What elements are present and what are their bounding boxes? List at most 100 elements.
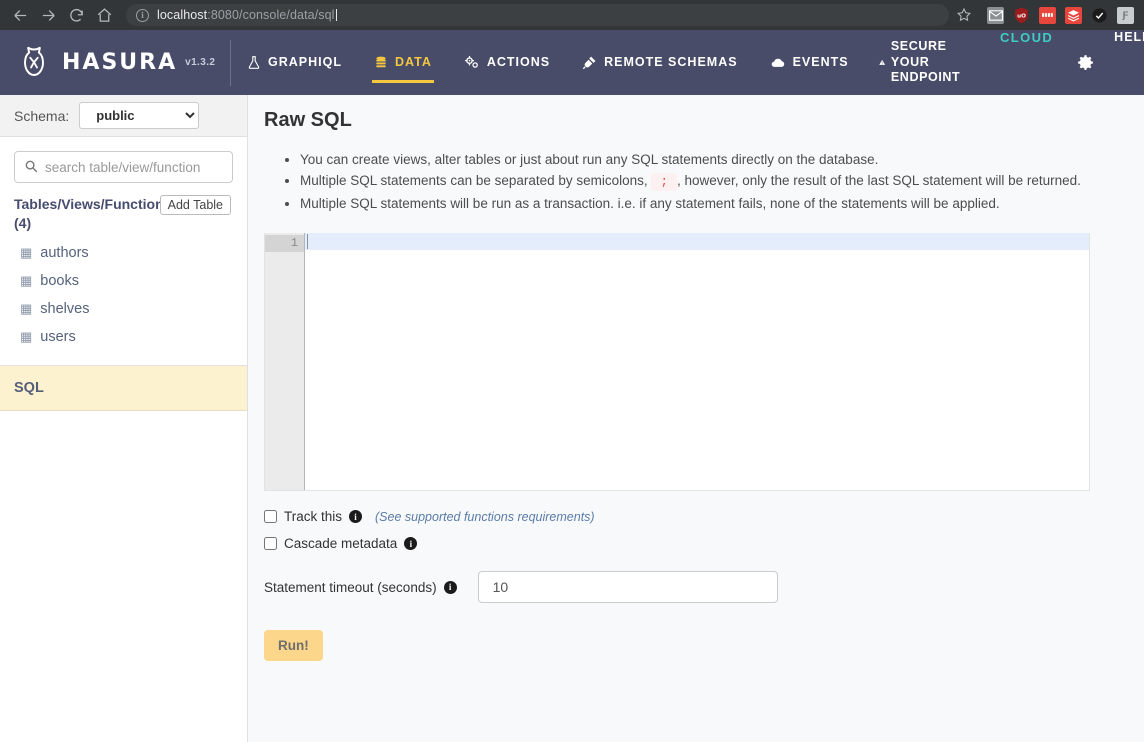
info-icon[interactable]: i: [404, 537, 418, 551]
arrow-right-icon: [42, 9, 55, 21]
nav-label-actions: ACTIONS: [486, 55, 551, 70]
ublock-origin-extension-icon[interactable]: uO: [1013, 7, 1030, 24]
url-host: localhost: [157, 8, 208, 22]
home-icon: [97, 7, 111, 22]
nav-label-graphiql: GRAPHIQL: [268, 55, 342, 70]
track-this-label: Track this: [284, 509, 343, 525]
version-label: v1.3.2: [185, 57, 216, 68]
table-label: users: [40, 328, 76, 345]
track-this-row: Track this i (See supported functions re…: [264, 509, 1114, 524]
nav-item-graphiql[interactable]: GRAPHIQL: [231, 30, 358, 95]
add-table-button[interactable]: Add Table: [159, 195, 231, 215]
table-icon: ▦: [20, 245, 33, 261]
nav-item-data[interactable]: DATA: [358, 30, 448, 95]
sql-editor[interactable]: 1: [264, 233, 1090, 492]
hasura-brand[interactable]: HASURA v1.3.2: [0, 45, 230, 81]
home-button[interactable]: [90, 1, 118, 29]
tables-heading-row: Tables/Views/Functions (4) Add Table: [0, 183, 247, 233]
editor-code-area[interactable]: [305, 233, 1089, 490]
table-icon: ▦: [20, 301, 33, 317]
editor-gutter: 1: [265, 233, 305, 491]
nav-item-remote-schemas[interactable]: REMOTE SCHEMAS: [566, 30, 753, 95]
url-path: :8080/console/data/sql: [207, 8, 335, 22]
track-this-checkbox[interactable]: [264, 510, 277, 524]
schema-selector-row: Schema: public: [0, 95, 247, 137]
address-bar[interactable]: i localhost:8080/console/data/sql: [126, 4, 949, 26]
editor-active-line[interactable]: [305, 233, 1089, 251]
page-body: Schema: public Tables/Views/Functions (4…: [0, 95, 1144, 742]
lastpass-glyph: Ƒ: [1122, 10, 1129, 20]
table-icon: ▦: [20, 273, 33, 289]
cascade-metadata-checkbox[interactable]: [264, 537, 277, 551]
note-item: Multiple SQL statements will be run as a…: [300, 194, 1114, 213]
envelope-glyph: [988, 9, 1003, 21]
star-icon: [956, 7, 972, 22]
settings-button[interactable]: [1071, 30, 1100, 95]
database-icon: [376, 56, 386, 68]
pocket-extension-icon[interactable]: [1039, 6, 1056, 24]
search-icon: [24, 159, 38, 178]
page-title: Raw SQL: [264, 109, 352, 131]
reload-icon: [69, 8, 83, 22]
cloud-icon: [771, 58, 784, 67]
info-icon[interactable]: i: [443, 580, 457, 594]
browser-toolbar: i localhost:8080/console/data/sql uO Ƒ: [0, 0, 1144, 30]
bookmark-button[interactable]: [949, 0, 979, 30]
cloud-link[interactable]: CLOUD: [982, 30, 1071, 95]
note-text-post: , however, only the result of the last S…: [676, 173, 1081, 189]
table-label: books: [40, 272, 79, 289]
line-number: 1: [265, 235, 304, 253]
schema-select[interactable]: public: [79, 102, 200, 129]
sidebar-item-users[interactable]: ▦ users: [0, 323, 247, 351]
brand-name: HASURA: [62, 50, 178, 75]
sidebar-item-books[interactable]: ▦ books: [0, 267, 247, 295]
note-text: You can create views, alter tables or ju…: [300, 152, 879, 167]
arrow-left-icon: [13, 9, 26, 21]
run-button[interactable]: Run!: [264, 630, 323, 662]
mail-extension-icon[interactable]: [987, 6, 1004, 24]
table-label: authors: [40, 244, 89, 261]
info-icon[interactable]: i: [349, 510, 363, 524]
secure-endpoint-label: SECURE YOUR ENDPOINT: [890, 39, 961, 85]
statement-timeout-input[interactable]: [477, 571, 778, 604]
flask-icon: [248, 56, 260, 69]
notes-list: You can create views, alter tables or ju…: [264, 150, 1114, 213]
forward-button[interactable]: [34, 1, 62, 29]
site-info-icon[interactable]: i: [136, 8, 149, 22]
note-item: Multiple SQL statements can be separated…: [300, 171, 1114, 192]
nav-label-data: DATA: [394, 55, 432, 70]
hasura-top-nav: HASURA v1.3.2 GRAPHIQL DATA ACTIONS REMO…: [0, 30, 1144, 95]
secure-endpoint-link[interactable]: SECURE YOUR ENDPOINT: [865, 30, 982, 95]
sidebar-search-wrap: [0, 137, 247, 183]
search-input[interactable]: [14, 151, 233, 183]
layers-extension-icon[interactable]: [1065, 6, 1082, 24]
reload-button[interactable]: [62, 1, 90, 29]
shield-glyph: uO: [1015, 7, 1028, 23]
table-icon: ▦: [20, 329, 33, 345]
gears-icon: [464, 55, 478, 68]
nav-item-events[interactable]: EVENTS: [754, 30, 865, 95]
svg-text:uO: uO: [1017, 13, 1026, 19]
semicolon-code-chip: ;: [651, 173, 677, 192]
lastpass-extension-icon[interactable]: Ƒ: [1117, 6, 1134, 24]
main-content: Raw SQL You can create views, alter tabl…: [248, 95, 1144, 742]
warning-triangle-icon: [878, 59, 885, 65]
sidebar-item-authors[interactable]: ▦ authors: [0, 239, 247, 267]
table-label: shelves: [40, 300, 90, 317]
statement-timeout-row: Statement timeout (seconds) i: [264, 571, 1114, 604]
plug-icon: [582, 56, 596, 70]
nav-item-actions[interactable]: ACTIONS: [448, 30, 566, 95]
help-link[interactable]: HELP: [1100, 30, 1144, 95]
hasura-logo-icon: [24, 46, 44, 76]
back-button[interactable]: [6, 1, 34, 29]
nav-label-events: EVENTS: [792, 55, 849, 70]
clock-extension-icon[interactable]: [1091, 7, 1108, 24]
editor-caret: [307, 234, 308, 250]
sidebar: Schema: public Tables/Views/Functions (4…: [0, 95, 248, 742]
editor-options: Track this i (See supported functions re…: [264, 491, 1114, 662]
note-text-pre: Multiple SQL statements can be separated…: [300, 173, 652, 189]
sidebar-item-sql[interactable]: SQL: [0, 365, 247, 411]
supported-functions-link[interactable]: (See supported functions requirements): [375, 510, 595, 524]
circle-check-glyph: [1092, 7, 1107, 23]
sidebar-item-shelves[interactable]: ▦ shelves: [0, 295, 247, 323]
